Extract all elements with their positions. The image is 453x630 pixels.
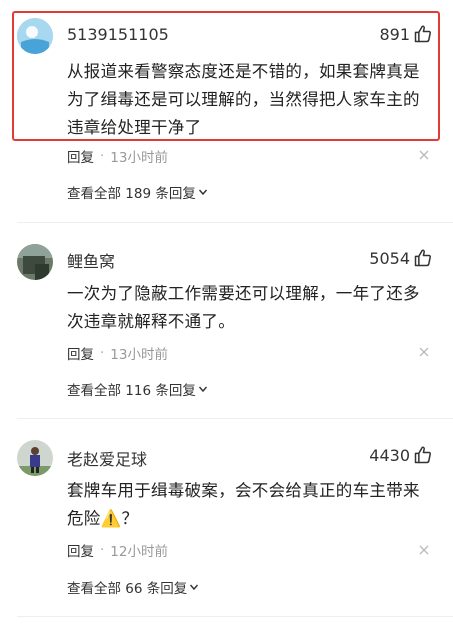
avatar[interactable]	[17, 18, 53, 54]
divider	[17, 418, 453, 419]
username[interactable]: 老赵爱足球	[67, 446, 147, 470]
chevron-down-icon	[190, 584, 199, 591]
thumbs-up-icon	[414, 446, 431, 464]
thumbs-up-icon	[414, 249, 431, 267]
avatar[interactable]	[17, 244, 53, 280]
like-count: 891	[379, 24, 410, 44]
avatar[interactable]	[17, 440, 53, 476]
view-all-replies-link[interactable]: 查看全部 116 条回复	[67, 379, 208, 399]
separator-dot: ·	[100, 542, 105, 558]
chevron-down-icon	[198, 189, 207, 196]
like-count: 5054	[369, 248, 410, 268]
comment-time: 13小时前	[110, 150, 168, 166]
comment-line: 次违章就解释不通了。	[67, 312, 235, 331]
comment-meta: 回复 · 13小时前	[67, 343, 168, 363]
reply-button[interactable]: 回复	[67, 146, 94, 166]
reply-button[interactable]: 回复	[67, 343, 94, 363]
thumbs-up-icon	[414, 25, 431, 43]
view-all-label: 查看全部 66 条回复	[67, 581, 188, 597]
view-all-label: 查看全部 116 条回复	[67, 383, 196, 399]
comment-meta: 回复 · 13小时前	[67, 146, 168, 166]
comment-meta: 回复 · 12小时前	[67, 540, 168, 560]
divider	[17, 222, 453, 223]
close-icon[interactable]	[419, 347, 429, 357]
comment-time: 12小时前	[110, 544, 168, 560]
separator-dot: ·	[100, 148, 105, 164]
view-all-replies-link[interactable]: 查看全部 66 条回复	[67, 577, 199, 597]
comment-text: 一次为了隐蔽工作需要还可以理解，一年了还多 次违章就解释不通了。	[67, 280, 427, 336]
comment-time: 13小时前	[110, 347, 168, 363]
view-all-replies-link[interactable]: 查看全部 189 条回复	[67, 182, 208, 202]
like-button[interactable]: 4430	[369, 445, 433, 465]
view-all-label: 查看全部 189 条回复	[67, 186, 196, 202]
comment-line: 套牌车用于缉毒破案，会不会给真正的车主带来	[67, 481, 420, 500]
like-button[interactable]: 5054	[369, 248, 433, 268]
reply-button[interactable]: 回复	[67, 540, 94, 560]
comment-line: 危险⚠️？	[67, 509, 139, 528]
comment-item: 5139151105 891 从报道来看警察态度还是不错的，如果套牌真是 为了缉…	[0, 0, 453, 210]
comment-line: 一次为了隐蔽工作需要还可以理解，一年了还多	[67, 284, 420, 303]
separator-dot: ·	[100, 345, 105, 361]
comment-line: 从报道来看警察态度还是不错的，如果套牌真是	[67, 62, 420, 81]
username[interactable]: 5139151105	[67, 25, 169, 44]
like-count: 4430	[369, 445, 410, 465]
comment-line: 违章给处理干净了	[67, 118, 202, 137]
chevron-down-icon	[198, 386, 207, 393]
comment-text: 从报道来看警察态度还是不错的，如果套牌真是 为了缉毒还是可以理解的，当然得把人家…	[67, 58, 427, 142]
username[interactable]: 鲤鱼窝	[67, 248, 115, 272]
close-icon[interactable]	[419, 150, 429, 160]
like-button[interactable]: 891	[379, 24, 433, 44]
comment-text: 套牌车用于缉毒破案，会不会给真正的车主带来 危险⚠️？	[67, 477, 427, 533]
divider	[17, 616, 453, 617]
close-icon[interactable]	[419, 545, 429, 555]
comment-line: 为了缉毒还是可以理解的，当然得把人家车主的	[67, 90, 420, 109]
